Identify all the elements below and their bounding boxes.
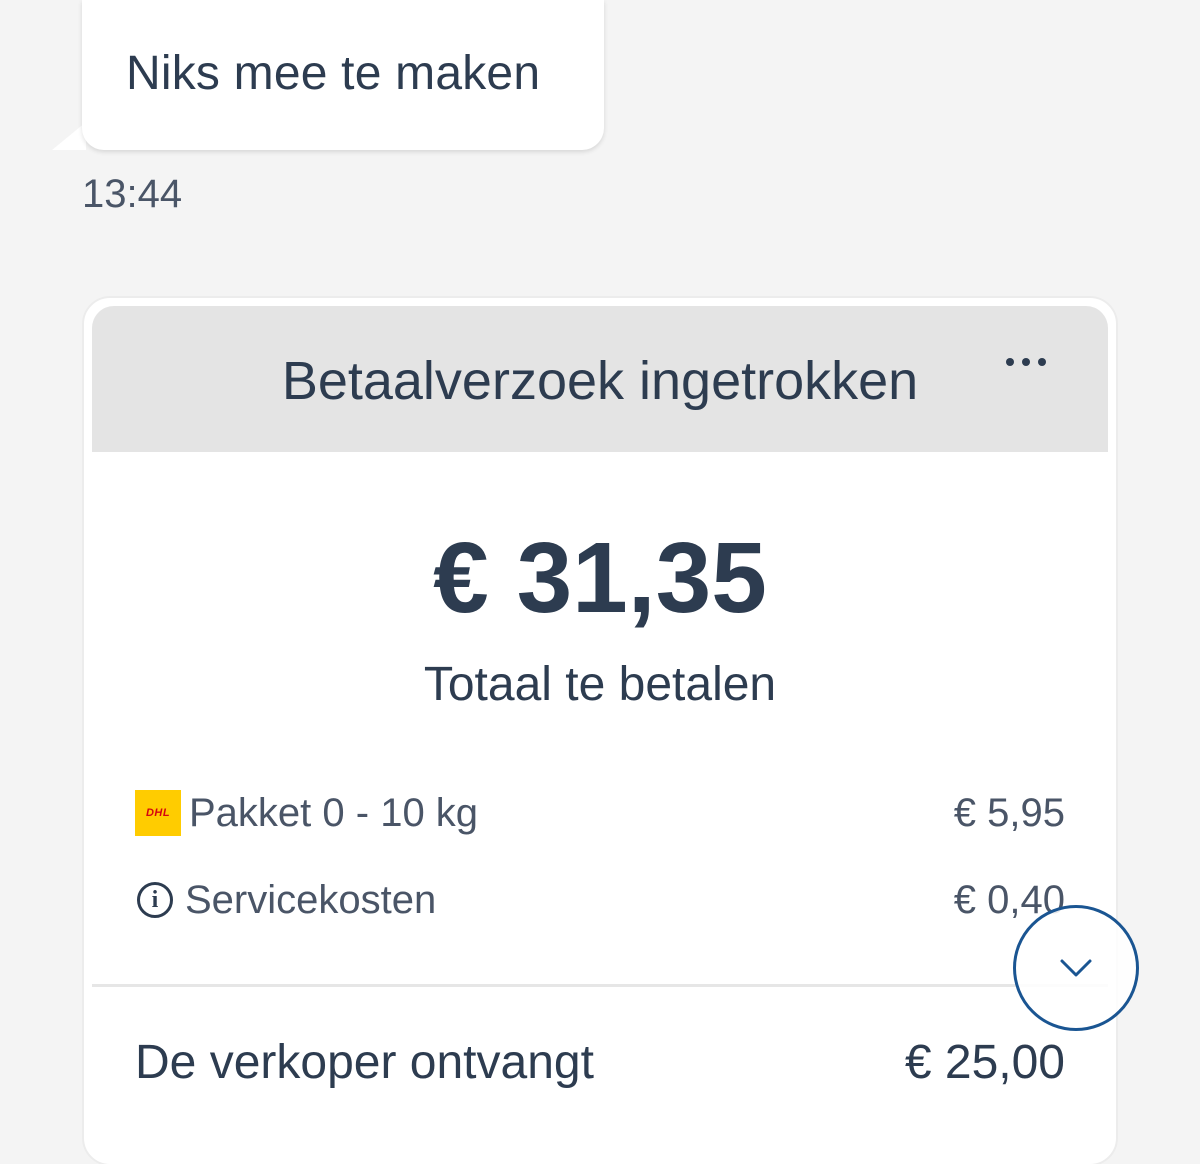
chevron-down-icon	[1060, 959, 1092, 977]
shipping-line: DHL Pakket 0 - 10 kg € 5,95	[135, 788, 1065, 838]
message-text: Niks mee te maken	[126, 47, 541, 100]
divider	[92, 984, 1108, 987]
more-options-icon[interactable]	[1006, 358, 1046, 366]
shipping-label: Pakket 0 - 10 kg	[189, 790, 479, 835]
message-timestamp: 13:44	[82, 172, 183, 216]
total-amount: € 31,35	[433, 522, 767, 634]
info-icon[interactable]: i	[137, 882, 173, 918]
seller-receives-label: De verkoper ontvangt	[135, 1036, 594, 1089]
message-bubble: Niks mee te maken	[82, 0, 604, 150]
dhl-logo-icon: DHL	[135, 790, 181, 836]
shipping-price: € 5,95	[953, 790, 1065, 835]
seller-receives-amount: € 25,00	[904, 1036, 1065, 1089]
total-amount-label: Totaal te betalen	[423, 658, 777, 711]
service-fee-line: i Servicekosten € 0,40	[135, 875, 1065, 925]
scroll-down-button[interactable]	[1013, 905, 1139, 1031]
card-header: Betaalverzoek ingetrokken	[92, 306, 1108, 452]
payment-request-card: Betaalverzoek ingetrokken € 31,35 Totaal…	[84, 298, 1116, 1164]
message-bubble-tail	[52, 122, 86, 150]
card-title: Betaalverzoek ingetrokken	[281, 351, 919, 411]
seller-receives-row: De verkoper ontvangt € 25,00	[135, 1035, 1065, 1090]
service-fee-label: Servicekosten	[185, 877, 437, 922]
